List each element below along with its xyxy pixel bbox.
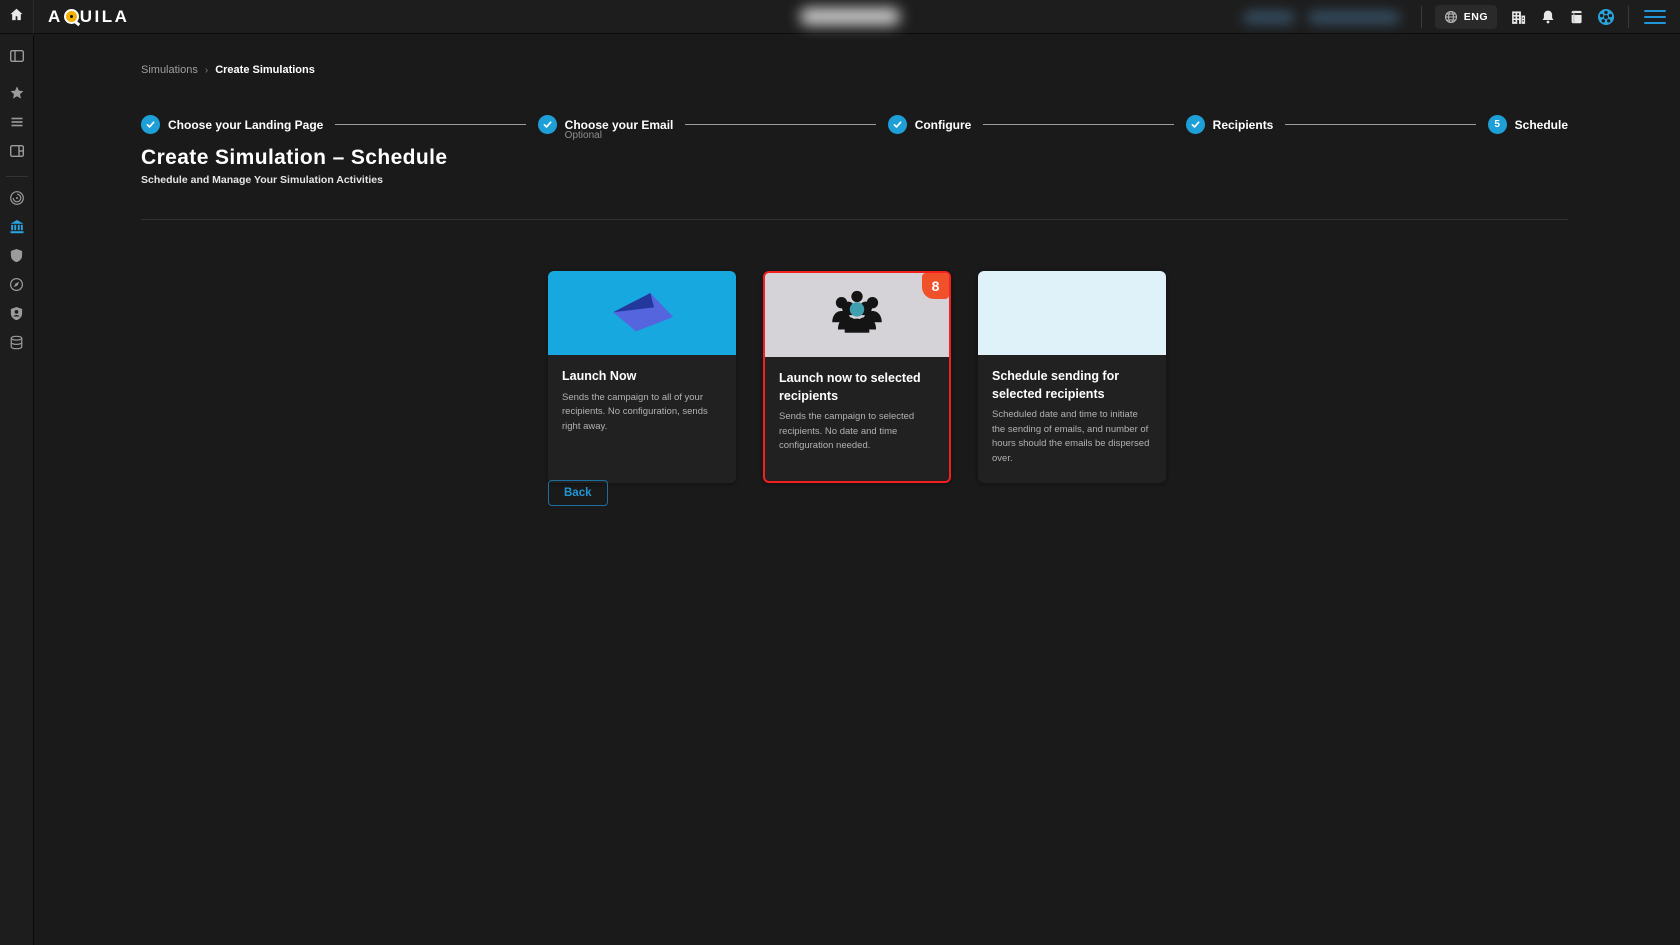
sidebar-item-database[interactable]	[3, 331, 31, 359]
people-group-icon	[824, 287, 890, 344]
card-schedule-sending-body: Schedule sending for selected recipients…	[978, 355, 1166, 483]
shield-icon	[9, 248, 24, 268]
sidebar-item-radar[interactable]	[3, 186, 31, 214]
panel-icon	[9, 48, 25, 69]
star-icon	[9, 85, 25, 106]
step-number: 5	[1488, 115, 1507, 134]
step-check-icon	[888, 115, 907, 134]
brand-logo-pre: A	[48, 7, 63, 27]
step-connector	[685, 124, 875, 125]
card-title: Launch now to selected recipients	[779, 370, 935, 405]
menu-icon[interactable]	[1642, 8, 1668, 27]
step-label: Choose your Landing Page	[168, 118, 323, 132]
step-recipients[interactable]: Recipients	[1186, 115, 1274, 134]
sidebar-item-simulations[interactable]	[3, 215, 31, 243]
paper-plane-icon	[603, 287, 681, 340]
step-choose-landing-page[interactable]: Choose your Landing Page	[141, 115, 323, 134]
sidebar-divider	[6, 176, 28, 177]
step-connector	[983, 124, 1173, 125]
home-icon	[9, 7, 24, 27]
card-launch-now[interactable]: Launch Now Sends the campaign to all of …	[548, 271, 736, 483]
list-icon	[9, 114, 25, 135]
sidebar-item-user-shield[interactable]	[3, 302, 31, 330]
topbar-divider	[1628, 6, 1629, 28]
step-check-icon	[1186, 115, 1205, 134]
step-check-icon	[141, 115, 160, 134]
language-label: ENG	[1464, 11, 1488, 23]
sidebar-item-list[interactable]	[3, 110, 31, 138]
redacted-user-info-1	[1243, 11, 1295, 24]
breadcrumb: Simulations › Create Simulations	[141, 64, 315, 76]
breadcrumb-create-simulations: Create Simulations	[215, 64, 315, 76]
card-schedule-sending[interactable]: Schedule sending for selected recipients…	[978, 271, 1166, 483]
recipient-count-badge: 8	[922, 273, 949, 299]
card-description: Sends the campaign to selected recipient…	[779, 410, 935, 454]
globe-icon	[1444, 10, 1458, 24]
redacted-user-info-2	[1308, 11, 1400, 24]
step-sublabel: Optional	[565, 130, 602, 141]
step-schedule[interactable]: 5 Schedule	[1488, 115, 1568, 134]
card-launch-now-body: Launch Now Sends the campaign to all of …	[548, 355, 736, 465]
step-label: Configure	[915, 118, 972, 132]
breadcrumb-simulations[interactable]: Simulations	[141, 64, 198, 76]
sidebar-item-shield[interactable]	[3, 244, 31, 272]
schedule-option-cards: Launch Now Sends the campaign to all of …	[548, 271, 1166, 483]
topbar-right-cluster: ENG	[1243, 0, 1680, 34]
topbar: A UILA ENG	[0, 0, 1680, 34]
stepper: Choose your Landing Page Choose your Ema…	[141, 115, 1568, 134]
page-subtitle: Schedule and Manage Your Simulation Acti…	[141, 174, 383, 186]
card-launch-selected-body: Launch now to selected recipients Sends …	[765, 357, 949, 470]
language-selector[interactable]: ENG	[1435, 5, 1497, 29]
brand-logo-post: UILA	[80, 7, 130, 27]
step-connector	[335, 124, 525, 125]
card-schedule-sending-media	[978, 271, 1166, 355]
step-choose-email[interactable]: Choose your Email Optional	[538, 115, 674, 134]
sidebar-item-layout[interactable]	[3, 139, 31, 167]
database-icon	[9, 335, 24, 355]
home-button[interactable]	[0, 0, 34, 34]
step-label: Schedule	[1515, 118, 1568, 132]
page-title: Create Simulation – Schedule	[141, 146, 447, 170]
layout-icon	[9, 143, 25, 164]
bank-icon	[9, 219, 25, 240]
card-description: Scheduled date and time to initiate the …	[992, 408, 1152, 467]
card-launch-selected-media: 8	[765, 273, 949, 357]
breadcrumb-separator: ›	[205, 65, 208, 76]
building-icon[interactable]	[1510, 9, 1527, 26]
card-description: Sends the campaign to all of your recipi…	[562, 391, 722, 435]
brand-logo: A UILA	[48, 7, 129, 27]
bell-icon[interactable]	[1540, 9, 1556, 25]
user-shield-icon	[9, 306, 24, 326]
step-check-icon	[538, 115, 557, 134]
card-title: Launch Now	[562, 368, 722, 386]
card-launch-selected-recipients[interactable]: 8 Launch now to selected recipients Send…	[763, 271, 951, 483]
logo-q-mark	[64, 9, 79, 24]
back-button[interactable]: Back	[548, 480, 608, 506]
sidebar-item-compass[interactable]	[3, 273, 31, 301]
main-content: Simulations › Create Simulations Choose …	[34, 34, 1680, 945]
redacted-title-text	[800, 8, 900, 25]
step-configure[interactable]: Configure	[888, 115, 972, 134]
card-launch-now-media	[548, 271, 736, 355]
sidebar-item-panel[interactable]	[3, 44, 31, 72]
sidebar	[0, 34, 34, 945]
compass-icon	[9, 277, 24, 297]
wheel-icon[interactable]	[1597, 8, 1615, 26]
card-title: Schedule sending for selected recipients	[992, 368, 1152, 403]
topbar-divider	[1421, 6, 1422, 28]
radar-icon	[9, 190, 25, 211]
sidebar-item-favorites[interactable]	[3, 81, 31, 109]
step-connector	[1285, 124, 1475, 125]
step-label: Recipients	[1213, 118, 1274, 132]
book-icon[interactable]	[1569, 9, 1584, 25]
section-divider	[141, 219, 1568, 220]
